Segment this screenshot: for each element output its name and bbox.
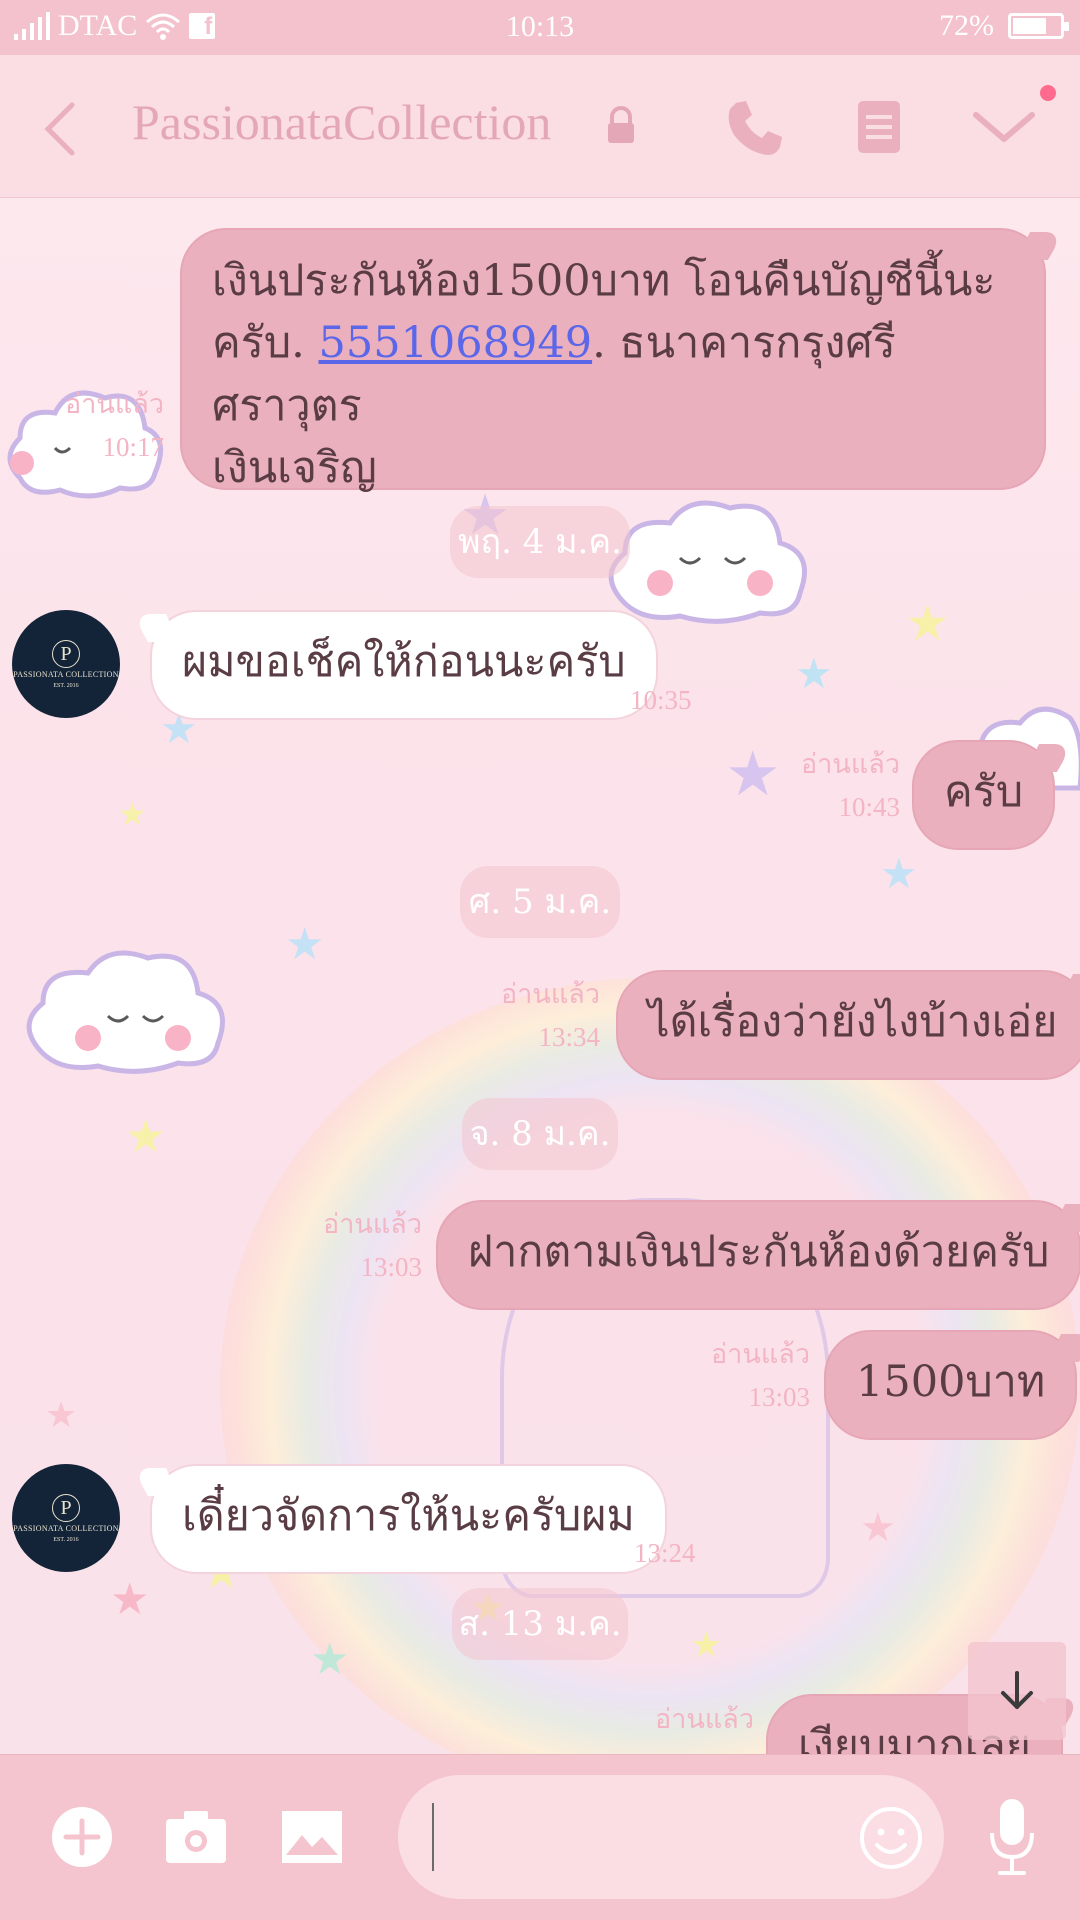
star-decoration: ★ bbox=[860, 1505, 896, 1551]
star-decoration: ★ bbox=[285, 919, 325, 970]
read-receipt: อ่านแล้ว bbox=[501, 979, 600, 1009]
message-text: ได้เรื่องว่ายังไงบ้างเอ่ย bbox=[648, 997, 1058, 1047]
message-text: ครับ bbox=[944, 767, 1024, 817]
star-decoration: ★ bbox=[310, 1634, 350, 1685]
account-number-link[interactable]: 5551068949 bbox=[319, 318, 593, 368]
message-bubble-outgoing[interactable]: เงินประกันห้อง1500บาท โอนคืนบัญชีนี้นะ ค… bbox=[180, 228, 1046, 493]
avatar-est: EST. 2016 bbox=[53, 1536, 79, 1543]
message-time: 13:24 bbox=[634, 1538, 696, 1568]
message-meta: อ่านแล้ว bbox=[600, 1698, 754, 1741]
message-input[interactable] bbox=[398, 1775, 944, 1899]
star-decoration: ★ bbox=[110, 1574, 150, 1625]
message-text: ผมขอเช็คให้ก่อนนะครับ bbox=[182, 637, 626, 687]
message-bubble-incoming[interactable]: ผมขอเช็คให้ก่อนนะครับ bbox=[150, 610, 658, 720]
chat-title[interactable]: PassionataCollection bbox=[132, 93, 551, 151]
message-bubble-incoming[interactable]: เดี๋ยวจัดการให้นะครับผม bbox=[150, 1464, 667, 1574]
message-meta: อ่านแล้ว 10:43 bbox=[760, 743, 900, 829]
message-meta: อ่านแล้ว 10:17 bbox=[40, 383, 164, 469]
message-text: เงินเจริญ bbox=[212, 443, 377, 494]
message-meta: อ่านแล้ว 13:34 bbox=[460, 973, 600, 1059]
date-separator: ศ. 5 ม.ค. bbox=[460, 866, 620, 938]
message-text: เงินประกันห้อง1500บาท โอนคืนบัญชีนี้นะ bbox=[212, 256, 996, 306]
microphone-icon[interactable] bbox=[986, 1797, 1038, 1877]
avatar-brand: PASSIONATA COLLECTION bbox=[13, 669, 119, 679]
message-text: ฝากตามเงินประกันห้องด้วยครับ bbox=[468, 1227, 1050, 1277]
date-separator: พฤ. 4 ม.ค. bbox=[450, 506, 630, 578]
message-meta: อ่านแล้ว 13:03 bbox=[670, 1333, 810, 1419]
message-bubble-outgoing[interactable]: ฝากตามเงินประกันห้องด้วยครับ bbox=[436, 1200, 1080, 1310]
cloud-decoration bbox=[26, 950, 225, 1074]
message-time: 10:35 bbox=[630, 685, 692, 715]
date-separator: จ. 8 ม.ค. bbox=[462, 1098, 618, 1170]
chevron-down-icon[interactable] bbox=[972, 109, 1036, 145]
read-receipt: อ่านแล้ว bbox=[711, 1339, 810, 1369]
read-receipt: อ่านแล้ว bbox=[655, 1704, 754, 1734]
star-decoration: ★ bbox=[905, 594, 950, 652]
camera-icon[interactable] bbox=[164, 1807, 228, 1865]
star-decoration: ★ bbox=[118, 795, 147, 833]
emoji-icon[interactable] bbox=[858, 1805, 924, 1871]
read-receipt: อ่านแล้ว bbox=[801, 749, 900, 779]
message-bubble-outgoing[interactable]: 1500บาท bbox=[824, 1330, 1078, 1440]
notification-dot bbox=[1040, 85, 1056, 101]
message-text: เดี๋ยวจัดการให้นะครับผม bbox=[182, 1491, 635, 1541]
avatar-est: EST. 2016 bbox=[53, 682, 79, 689]
clock: 10:13 bbox=[505, 10, 575, 43]
avatar-brand: PASSIONATA COLLECTION bbox=[13, 1523, 119, 1533]
message-time: 10:17 bbox=[102, 432, 164, 463]
date-separator: ส. 13 ม.ค. bbox=[452, 1588, 628, 1660]
avatar[interactable]: P PASSIONATA COLLECTION EST. 2016 bbox=[12, 610, 120, 718]
star-decoration: ★ bbox=[795, 649, 833, 698]
message-composer-bar bbox=[0, 1754, 1080, 1920]
text-cursor bbox=[432, 1803, 434, 1871]
battery-percent: 72% bbox=[939, 9, 994, 42]
scroll-to-bottom-button[interactable] bbox=[968, 1642, 1066, 1740]
message-time: 10:43 bbox=[838, 792, 900, 823]
message-bubble-outgoing[interactable]: ได้เรื่องว่ายังไงบ้างเอ่ย bbox=[616, 970, 1080, 1080]
phone-icon[interactable] bbox=[724, 97, 786, 159]
message-time: 13:34 bbox=[538, 1022, 600, 1053]
message-text-line: ครับ. 5551068949. ธนาคารกรุงศรี ศราวุตร bbox=[212, 318, 896, 431]
lock-icon bbox=[608, 106, 634, 143]
message-time: 13:03 bbox=[748, 1382, 810, 1413]
plus-icon[interactable] bbox=[50, 1805, 114, 1869]
message-meta: อ่านแล้ว 13:03 bbox=[280, 1203, 422, 1289]
chat-header: PassionataCollection bbox=[0, 55, 1080, 198]
message-bubble-outgoing[interactable]: ครับ bbox=[912, 740, 1056, 850]
avatar-monogram: P bbox=[52, 1493, 80, 1522]
battery-icon bbox=[1008, 13, 1069, 39]
read-receipt: อ่านแล้ว bbox=[65, 389, 164, 419]
avatar[interactable]: P PASSIONATA COLLECTION EST. 2016 bbox=[12, 1464, 120, 1572]
image-icon[interactable] bbox=[280, 1809, 344, 1865]
back-icon[interactable] bbox=[36, 99, 86, 159]
chat-area[interactable]: ★ ★ ★ ★ ★ ★ ★ ★ ★ ★ ★ ★ ★ ★ ★ ★ ★ ★ ★ อ่… bbox=[0, 198, 1080, 1754]
arrow-down-icon bbox=[1001, 1671, 1033, 1709]
message-text: 1500บาท bbox=[856, 1357, 1046, 1407]
star-decoration: ★ bbox=[45, 1395, 78, 1436]
star-decoration: ★ bbox=[690, 1625, 723, 1666]
avatar-monogram: P bbox=[52, 639, 80, 668]
read-receipt: อ่านแล้ว bbox=[323, 1209, 422, 1239]
star-decoration: ★ bbox=[880, 849, 918, 898]
notes-icon[interactable] bbox=[856, 99, 902, 155]
message-time: 13:03 bbox=[360, 1252, 422, 1283]
status-bar: DTAC f 10:13 72% bbox=[0, 0, 1080, 55]
star-decoration: ★ bbox=[125, 1109, 167, 1163]
